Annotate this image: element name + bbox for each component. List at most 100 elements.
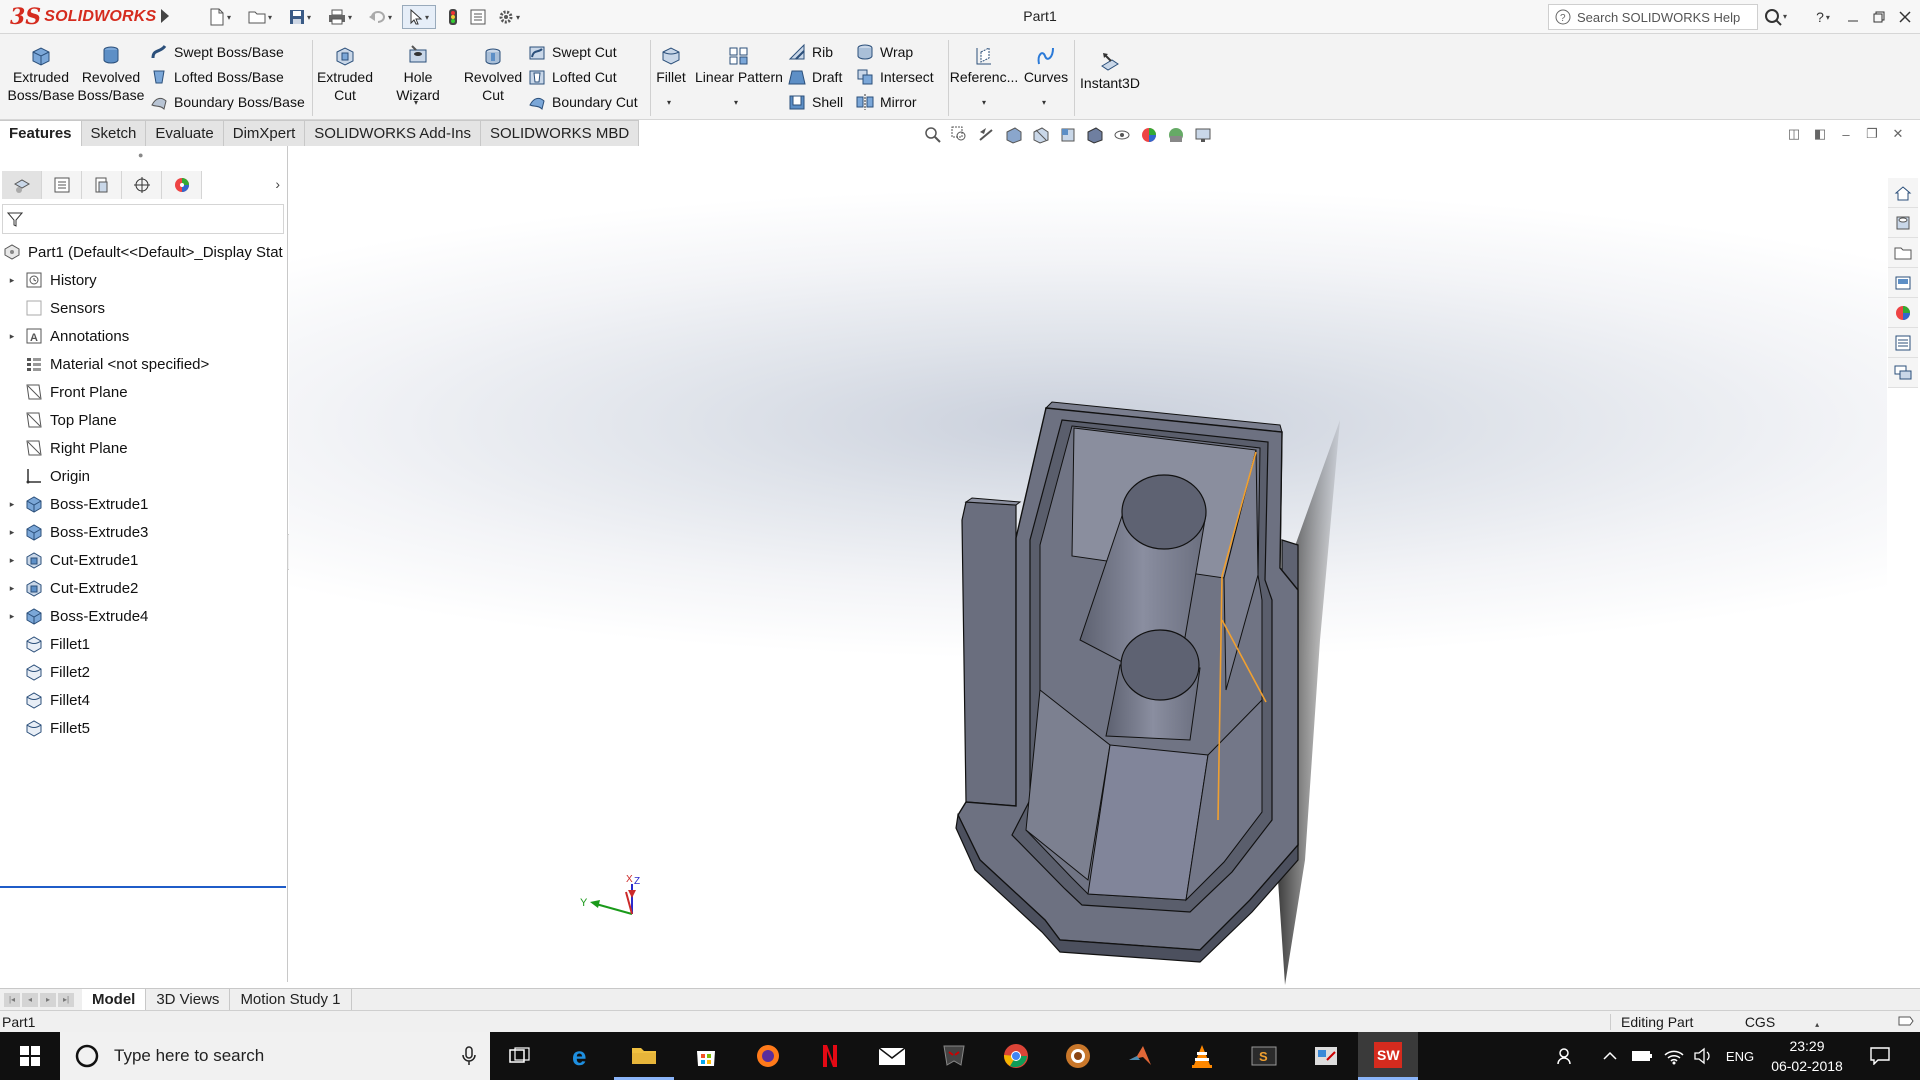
view-orientation-icon[interactable] bbox=[1057, 125, 1079, 145]
start-button[interactable] bbox=[0, 1032, 60, 1080]
expand-arrow-icon[interactable]: ▸ bbox=[6, 555, 18, 566]
minimize-button[interactable] bbox=[1842, 6, 1864, 28]
tree-item-history[interactable]: ▸ History bbox=[0, 266, 286, 294]
extruded-cut-button[interactable]: Extruded Cut bbox=[314, 42, 376, 104]
language-indicator[interactable]: ENG bbox=[1724, 1046, 1756, 1066]
tab-solidworks-mbd[interactable]: SOLIDWORKS MBD bbox=[481, 120, 640, 146]
boundary-cut-button[interactable]: Boundary Cut bbox=[528, 91, 638, 113]
tab-sketch[interactable]: Sketch bbox=[81, 120, 147, 146]
expand-arrow-icon[interactable]: ▸ bbox=[6, 611, 18, 622]
system-clock[interactable]: 23:29 06-02-2018 bbox=[1762, 1036, 1852, 1076]
help-search-input[interactable]: ? Search SOLIDWORKS Help bbox=[1548, 4, 1758, 30]
revolved-boss-base-button[interactable]: Revolved Boss/Base bbox=[78, 42, 144, 104]
forum-tab[interactable] bbox=[1888, 358, 1918, 388]
viewport-close-icon[interactable]: ✕ bbox=[1890, 126, 1906, 142]
rollback-bar[interactable] bbox=[0, 886, 286, 888]
vlc-app[interactable] bbox=[1172, 1032, 1232, 1080]
tree-item-boss-extrude3[interactable]: ▸ Boss-Extrude3 bbox=[0, 518, 286, 546]
wifi-icon[interactable] bbox=[1662, 1046, 1686, 1066]
tree-item-fillet2[interactable]: Fillet2 bbox=[0, 658, 286, 686]
display-manager-tab[interactable] bbox=[162, 171, 202, 199]
section-view-icon[interactable] bbox=[1003, 125, 1025, 145]
tab-evaluate[interactable]: Evaluate bbox=[146, 120, 224, 146]
custom-properties-tab[interactable] bbox=[1888, 328, 1918, 358]
hole-wizard-button[interactable]: Hole Wizard bbox=[380, 42, 456, 104]
tree-item-fillet5[interactable]: Fillet5 bbox=[0, 714, 286, 742]
game-app[interactable] bbox=[924, 1032, 984, 1080]
curves-dropdown-icon[interactable]: ▾ bbox=[1042, 98, 1046, 107]
linear-pattern-dropdown-icon[interactable]: ▾ bbox=[734, 98, 738, 107]
panel-grip-icon[interactable]: ● bbox=[138, 150, 143, 160]
tree-filter-input[interactable] bbox=[2, 204, 284, 234]
battery-icon[interactable] bbox=[1630, 1046, 1654, 1066]
tab-3d-views[interactable]: 3D Views bbox=[146, 989, 231, 1010]
edge-browser-app[interactable]: e bbox=[552, 1032, 612, 1080]
firefox-app[interactable] bbox=[738, 1032, 798, 1080]
save-button[interactable]: ▾ bbox=[284, 5, 316, 29]
expand-arrow-icon[interactable]: ▸ bbox=[6, 331, 18, 342]
mail-app[interactable] bbox=[862, 1032, 922, 1080]
viewport-restore-icon[interactable]: ❐ bbox=[1864, 126, 1880, 142]
new-document-button[interactable]: ▾ bbox=[204, 5, 236, 29]
swept-boss-base-button[interactable]: Swept Boss/Base bbox=[150, 41, 284, 63]
curves-button[interactable]: Curves bbox=[1022, 42, 1070, 86]
undo-button[interactable]: ▾ bbox=[364, 5, 396, 29]
tab-model[interactable]: Model bbox=[82, 989, 147, 1010]
tree-item-front-plane[interactable]: Front Plane bbox=[0, 378, 286, 406]
view-palette-tab[interactable] bbox=[1888, 268, 1918, 298]
solidworks-resources-tab[interactable] bbox=[1888, 178, 1918, 208]
netflix-app[interactable] bbox=[800, 1032, 860, 1080]
rebuild-button[interactable] bbox=[444, 5, 462, 29]
apply-scene-icon[interactable] bbox=[1165, 125, 1187, 145]
part-model[interactable] bbox=[289, 146, 1887, 988]
last-tab-icon[interactable]: ▸| bbox=[58, 992, 74, 1007]
store-app[interactable] bbox=[676, 1032, 736, 1080]
expand-arrow-icon[interactable]: ▸ bbox=[6, 499, 18, 510]
wrap-button[interactable]: Wrap bbox=[856, 41, 913, 63]
tab-dimxpert[interactable]: DimXpert bbox=[223, 120, 306, 146]
zoom-to-fit-icon[interactable] bbox=[922, 125, 944, 145]
print-button[interactable]: ▾ bbox=[324, 5, 356, 29]
tree-item-top-plane[interactable]: Top Plane bbox=[0, 406, 286, 434]
swept-cut-button[interactable]: Swept Cut bbox=[528, 41, 617, 63]
chevron-up-icon[interactable] bbox=[1600, 1046, 1620, 1066]
quick-tips-icon[interactable] bbox=[1898, 1014, 1914, 1031]
sublime-app[interactable]: S bbox=[1234, 1032, 1294, 1080]
solidworks-app[interactable]: SW bbox=[1358, 1032, 1418, 1080]
options-button[interactable]: ▾ bbox=[492, 5, 526, 29]
boundary-boss-base-button[interactable]: Boundary Boss/Base bbox=[150, 91, 305, 113]
volume-icon[interactable] bbox=[1692, 1046, 1716, 1066]
hide-show-items-icon[interactable] bbox=[1111, 125, 1133, 145]
file-properties-button[interactable] bbox=[468, 5, 488, 29]
reference-geometry-button[interactable]: Referenc... bbox=[950, 42, 1018, 86]
restore-button[interactable] bbox=[1868, 6, 1890, 28]
tree-item-material-not-specified[interactable]: Material <not specified> bbox=[0, 350, 286, 378]
next-tab-icon[interactable]: ▸ bbox=[40, 992, 56, 1007]
tree-item-boss-extrude4[interactable]: ▸ Boss-Extrude4 bbox=[0, 602, 286, 630]
mirror-button[interactable]: Mirror bbox=[856, 91, 917, 113]
menu-expand-arrow-icon[interactable] bbox=[160, 8, 170, 24]
microphone-icon[interactable] bbox=[462, 1046, 476, 1066]
open-document-button[interactable]: ▾ bbox=[244, 5, 276, 29]
tree-item-cut-extrude2[interactable]: ▸ Cut-Extrude2 bbox=[0, 574, 286, 602]
chevron-right-icon[interactable]: › bbox=[275, 176, 280, 192]
tab-features[interactable]: Features bbox=[0, 120, 82, 146]
edit-appearance-icon[interactable] bbox=[1138, 125, 1160, 145]
lofted-cut-button[interactable]: Lofted Cut bbox=[528, 66, 617, 88]
tree-item-cut-extrude1[interactable]: ▸ Cut-Extrude1 bbox=[0, 546, 286, 574]
tree-item-annotations[interactable]: ▸ A Annotations bbox=[0, 322, 286, 350]
unit-system-selector[interactable]: CGS ▴ bbox=[1722, 1014, 1842, 1030]
tree-root-part[interactable]: Part1 (Default<<Default>_Display Stat bbox=[0, 238, 286, 266]
expand-arrow-icon[interactable]: ▸ bbox=[6, 527, 18, 538]
select-button[interactable]: ▾ bbox=[402, 5, 436, 29]
revolved-cut-button[interactable]: Revolved Cut bbox=[462, 42, 524, 104]
lofted-boss-base-button[interactable]: Lofted Boss/Base bbox=[150, 66, 284, 88]
view-settings-icon[interactable] bbox=[1192, 125, 1214, 145]
draft-button[interactable]: Draft bbox=[788, 66, 842, 88]
solidworks-logo[interactable]: 3S SOLIDWORKS bbox=[4, 2, 156, 32]
expand-arrow-icon[interactable]: ▸ bbox=[6, 583, 18, 594]
dynamic-annotation-views-icon[interactable] bbox=[1030, 125, 1052, 145]
zoom-to-area-icon[interactable] bbox=[949, 125, 971, 145]
tree-item-fillet1[interactable]: Fillet1 bbox=[0, 630, 286, 658]
intersect-button[interactable]: Intersect bbox=[856, 66, 934, 88]
